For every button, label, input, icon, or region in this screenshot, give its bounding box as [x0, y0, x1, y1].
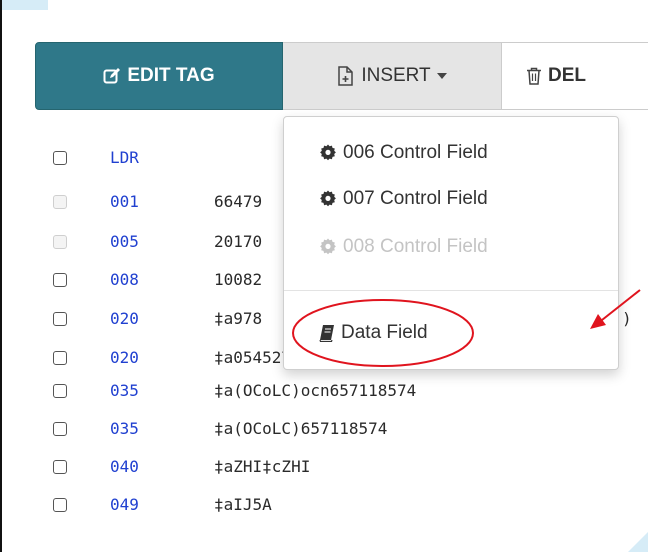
- insert-label: INSERT: [361, 65, 431, 86]
- edit-tag-button[interactable]: EDIT TAG: [35, 42, 283, 110]
- gear-icon: [319, 190, 337, 208]
- table-row: 040 ‡aZHI‡cZHI: [0, 454, 648, 482]
- menu-item-008-control-field: 008 Control Field: [284, 227, 618, 267]
- row-checkbox[interactable]: [53, 273, 67, 287]
- tag-code[interactable]: 040: [110, 457, 139, 476]
- field-value[interactable]: 66479: [214, 192, 262, 211]
- field-value[interactable]: ‡aIJ5A: [214, 495, 272, 514]
- insert-dropdown-menu: 006 Control Field 007 Control Field 008 …: [283, 116, 619, 370]
- tag-code[interactable]: 008: [110, 270, 139, 289]
- field-value[interactable]: ‡a(OCoLC)657118574: [214, 419, 387, 438]
- field-value[interactable]: ‡a(OCoLC)ocn657118574: [214, 381, 416, 400]
- book-icon: [319, 324, 335, 342]
- field-value[interactable]: ‡a978: [214, 309, 262, 328]
- menu-item-label: Data Field: [341, 322, 428, 343]
- new-file-icon: [337, 66, 355, 86]
- menu-item-label: 008 Control Field: [343, 236, 488, 257]
- corner-decoration: [628, 532, 648, 552]
- edit-icon: [103, 67, 121, 85]
- menu-item-label: 007 Control Field: [343, 188, 488, 209]
- menu-item-data-field[interactable]: Data Field: [284, 313, 618, 353]
- row-checkbox[interactable]: [53, 384, 67, 398]
- delete-button[interactable]: DEL: [501, 42, 648, 110]
- tag-code[interactable]: 005: [110, 232, 139, 251]
- tag-code[interactable]: 020: [110, 348, 139, 367]
- row-checkbox: [53, 195, 67, 209]
- delete-label: DEL: [548, 65, 586, 86]
- row-checkbox[interactable]: [53, 351, 67, 365]
- chevron-down-icon: [436, 73, 447, 79]
- row-checkbox[interactable]: [53, 460, 67, 474]
- gear-icon: [319, 238, 337, 256]
- trash-icon: [526, 67, 542, 85]
- toolbar: EDIT TAG INSERT DEL: [35, 42, 648, 110]
- tag-code[interactable]: 035: [110, 419, 139, 438]
- menu-item-label: 006 Control Field: [343, 142, 488, 163]
- menu-item-007-control-field[interactable]: 007 Control Field: [284, 179, 618, 219]
- tag-code[interactable]: LDR: [110, 148, 139, 167]
- field-value[interactable]: 20170: [214, 232, 262, 251]
- tag-code[interactable]: 035: [110, 381, 139, 400]
- menu-divider: [284, 290, 618, 291]
- row-checkbox[interactable]: [53, 422, 67, 436]
- field-value[interactable]: ‡aZHI‡cZHI: [214, 457, 310, 476]
- insert-dropdown-button[interactable]: INSERT: [283, 42, 501, 110]
- table-row: 035 ‡a(OCoLC)657118574: [0, 416, 648, 444]
- row-checkbox[interactable]: [53, 151, 67, 165]
- gear-icon: [319, 144, 337, 162]
- tag-code[interactable]: 049: [110, 495, 139, 514]
- row-checkbox[interactable]: [53, 498, 67, 512]
- tag-code[interactable]: 020: [110, 309, 139, 328]
- tag-code[interactable]: 001: [110, 192, 139, 211]
- field-value[interactable]: 10082: [214, 270, 262, 289]
- row-checkbox[interactable]: [53, 312, 67, 326]
- corner-decoration: [0, 0, 48, 10]
- table-row: 035 ‡a(OCoLC)ocn657118574: [0, 378, 648, 406]
- menu-item-006-control-field[interactable]: 006 Control Field: [284, 133, 618, 173]
- edit-tag-label: EDIT TAG: [127, 65, 215, 86]
- row-checkbox: [53, 235, 67, 249]
- field-value-overflow: ): [622, 309, 632, 328]
- table-row: 049 ‡aIJ5A: [0, 492, 648, 520]
